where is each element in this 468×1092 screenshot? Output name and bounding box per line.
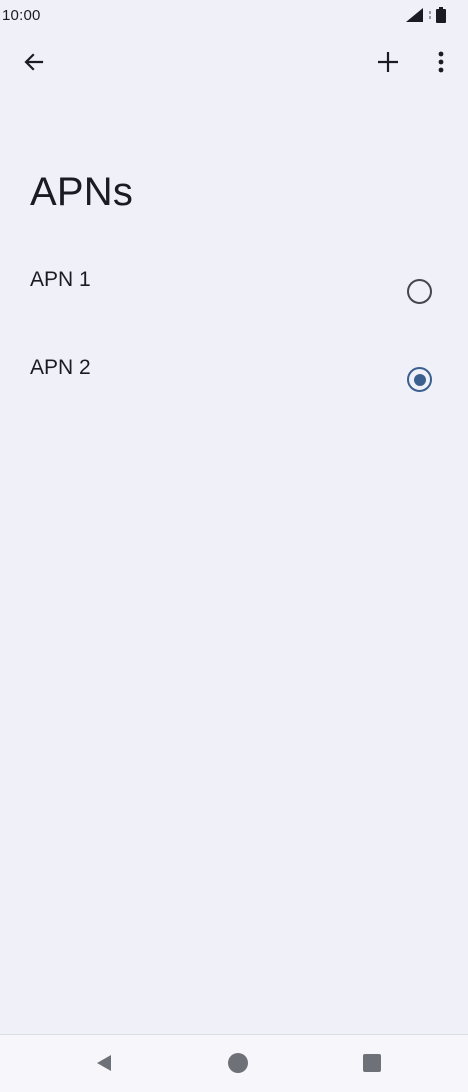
apn-item-2[interactable]: APN 2 <box>0 326 468 414</box>
add-apn-button[interactable] <box>366 42 410 86</box>
plus-icon <box>376 50 400 79</box>
screen: 10:00 APNs APN 1 APN 2 <box>0 0 468 1092</box>
back-button[interactable] <box>12 42 56 86</box>
signal-icon <box>406 8 424 22</box>
apn-label: APN 2 <box>30 356 91 379</box>
nav-home-button[interactable] <box>222 1049 254 1081</box>
arrow-back-icon <box>22 50 46 79</box>
app-bar <box>0 40 468 88</box>
nav-home-icon <box>227 1052 249 1079</box>
battery-icon <box>436 7 446 23</box>
wifi-dot-icon <box>428 10 432 20</box>
nav-recents-button[interactable] <box>356 1049 388 1081</box>
apn-radio-button[interactable] <box>407 279 432 304</box>
nav-recents-icon <box>362 1053 382 1078</box>
nav-back-button[interactable] <box>88 1049 120 1081</box>
more-options-button[interactable] <box>419 42 463 86</box>
apn-radio-button-selected[interactable] <box>407 367 432 392</box>
status-icons <box>406 7 446 23</box>
apn-label: APN 1 <box>30 268 91 291</box>
nav-back-icon <box>94 1053 114 1078</box>
apn-item-1[interactable]: APN 1 <box>0 238 468 326</box>
apn-list: APN 1 APN 2 <box>0 238 468 414</box>
radio-selected-dot <box>413 373 426 386</box>
status-bar: 10:00 <box>0 0 468 32</box>
page-title: APNs <box>30 170 134 214</box>
more-vertical-icon <box>437 50 445 79</box>
status-time: 10:00 <box>2 7 41 24</box>
navigation-bar <box>0 1034 468 1092</box>
